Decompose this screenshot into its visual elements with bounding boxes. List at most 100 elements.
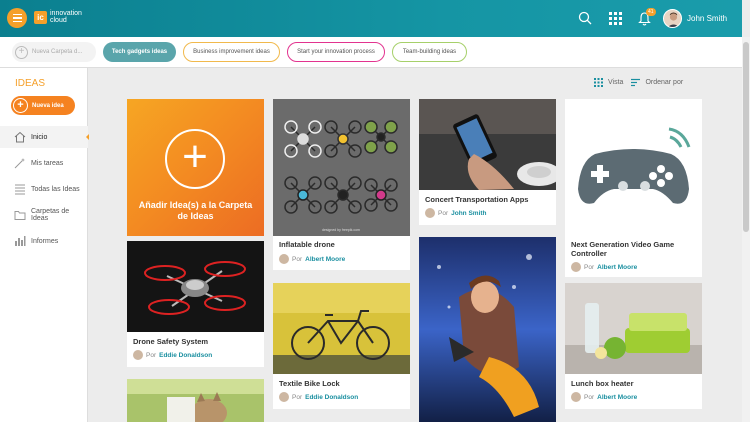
- home-icon: [14, 131, 26, 143]
- user-name: John Smith: [687, 14, 728, 23]
- phone-hand-image: [419, 99, 556, 190]
- top-bar: ic innovation cloud 41 John Smith: [0, 0, 742, 37]
- notification-badge: 41: [646, 8, 656, 16]
- author-name[interactable]: Eddie Donaldson: [159, 352, 212, 359]
- idea-card-game-art[interactable]: [419, 237, 556, 422]
- author-avatar: [279, 254, 289, 264]
- idea-card-game-controller[interactable]: Next Generation Video Game Controller Po…: [565, 99, 702, 277]
- tab-label: Team-building ideas: [402, 49, 457, 55]
- card-title[interactable]: Lunch box heater: [571, 379, 702, 389]
- scrollbar[interactable]: [742, 37, 750, 422]
- lunch-box-image: [565, 283, 702, 374]
- notifications-button[interactable]: 41: [638, 8, 656, 26]
- add-idea-plus-icon: +: [165, 129, 225, 189]
- card-title[interactable]: Concert Transportation Apps: [425, 195, 556, 205]
- bike-image: [273, 283, 410, 374]
- new-idea-label: Nueva idea: [32, 102, 64, 109]
- card-author: Por Eddie Donaldson: [279, 392, 358, 402]
- image-watermark: designed by freepik.com: [322, 228, 360, 232]
- tab-new-folder[interactable]: + Nueva Carpeta d...: [12, 42, 96, 62]
- card-title[interactable]: Next Generation Video Game Controller: [571, 240, 702, 258]
- sidebar-item-label: Mis tareas: [31, 159, 64, 167]
- author-avatar: [425, 208, 435, 218]
- idea-card-concert-apps[interactable]: Concert Transportation Apps Por John Smit…: [419, 99, 556, 225]
- author-name[interactable]: Albert Moore: [597, 264, 637, 271]
- view-label[interactable]: Vista: [608, 79, 623, 86]
- header-icons: 41: [578, 8, 656, 26]
- sidebar-item-carpetas[interactable]: Carpetas de Ideas: [0, 204, 88, 226]
- apps-grid-icon[interactable]: [609, 11, 622, 25]
- idea-card-kitten[interactable]: [127, 379, 264, 422]
- sidebar-item-label: Todas las Ideas: [31, 185, 80, 193]
- card-title[interactable]: Inflatable drone: [279, 240, 410, 250]
- add-idea-label: Añadir Idea(s) a la Carpeta de Ideas: [138, 200, 253, 221]
- user-menu[interactable]: John Smith: [663, 9, 727, 28]
- author-name[interactable]: Albert Moore: [305, 256, 345, 263]
- sidebar-item-todas-ideas[interactable]: Todas las Ideas: [0, 178, 88, 200]
- active-indicator: [86, 134, 89, 140]
- tab-label: Start your innovation process: [297, 49, 375, 55]
- author-avatar: [133, 350, 143, 360]
- author-name[interactable]: Eddie Donaldson: [305, 394, 358, 401]
- by-prefix: Por: [292, 255, 303, 263]
- sidebar: IDEAS + Nueva idea Inicio Mis tareas Tod…: [0, 68, 89, 422]
- tab-start-innovation[interactable]: Start your innovation process: [287, 42, 385, 62]
- by-prefix: Por: [584, 393, 595, 401]
- tab-label: Tech gadgets ideas: [111, 49, 168, 55]
- tab-business-improvement[interactable]: Business improvement ideas: [183, 42, 280, 62]
- view-controls: Vista Ordenar por: [594, 78, 683, 87]
- author-name[interactable]: John Smith: [451, 210, 486, 217]
- grid-view-icon[interactable]: [594, 78, 603, 87]
- sort-icon[interactable]: [631, 78, 641, 87]
- sidebar-item-mis-tareas[interactable]: Mis tareas: [0, 152, 88, 174]
- gamepad-image: [565, 99, 702, 236]
- plus-icon: +: [13, 98, 28, 113]
- new-idea-button[interactable]: + Nueva idea: [11, 96, 75, 115]
- card-author: Por John Smith: [425, 208, 487, 218]
- card-title[interactable]: Drone Safety System: [133, 337, 264, 347]
- user-avatar: [663, 9, 682, 28]
- tab-label: Nueva Carpeta d...: [32, 49, 83, 55]
- card-author: Por Albert Moore: [571, 392, 637, 402]
- sidebar-item-label: Inicio: [31, 133, 48, 141]
- list-icon: [15, 184, 25, 195]
- drones-image: designed by freepik.com: [273, 99, 410, 236]
- scroll-thumb[interactable]: [743, 42, 749, 232]
- sidebar-item-informes[interactable]: Informes: [0, 230, 88, 252]
- drone-safety-image: [127, 241, 264, 332]
- card-author: Por Eddie Donaldson: [133, 350, 212, 360]
- author-avatar: [571, 262, 581, 272]
- sidebar-item-inicio[interactable]: Inicio: [0, 126, 89, 148]
- add-idea-card[interactable]: + Añadir Idea(s) a la Carpeta de Ideas: [127, 99, 264, 236]
- tab-tech-gadgets[interactable]: Tech gadgets ideas: [103, 42, 176, 62]
- by-prefix: Por: [146, 351, 157, 359]
- author-name[interactable]: Albert Moore: [597, 394, 637, 401]
- sort-label[interactable]: Ordenar por: [645, 79, 683, 86]
- kitten-image: [127, 379, 264, 422]
- logo-text: innovation cloud: [50, 10, 82, 24]
- game-hero-image: [419, 237, 556, 422]
- bar-chart-icon: [15, 236, 26, 246]
- idea-card-textile-bike-lock[interactable]: Textile Bike Lock Por Eddie Donaldson: [273, 283, 410, 409]
- idea-card-lunch-box[interactable]: Lunch box heater Por Albert Moore: [565, 283, 702, 409]
- tab-label: Business improvement ideas: [193, 49, 270, 55]
- app-logo[interactable]: ic innovation cloud: [34, 10, 96, 24]
- by-prefix: Por: [438, 209, 449, 217]
- logo-mark: ic: [34, 10, 47, 24]
- menu-icon[interactable]: [7, 8, 27, 28]
- idea-card-drone-safety[interactable]: Drone Safety System Por Eddie Donaldson: [127, 241, 264, 367]
- folder-tabs-bar: + Nueva Carpeta d... Tech gadgets ideas …: [0, 37, 742, 68]
- search-icon[interactable]: [578, 11, 592, 25]
- magic-wand-icon: [14, 158, 25, 169]
- by-prefix: Por: [292, 393, 303, 401]
- folder-icon: [14, 211, 26, 220]
- author-avatar: [571, 392, 581, 402]
- sidebar-title: IDEAS: [15, 78, 46, 89]
- sidebar-item-label: Informes: [31, 237, 59, 245]
- author-avatar: [279, 392, 289, 402]
- card-author: Por Albert Moore: [571, 262, 637, 272]
- tab-team-building[interactable]: Team-building ideas: [392, 42, 467, 62]
- sidebar-item-label: Carpetas de Ideas: [31, 208, 70, 222]
- card-title[interactable]: Textile Bike Lock: [279, 379, 410, 389]
- idea-card-inflatable-drone[interactable]: designed by freepik.com Inflatable drone…: [273, 99, 410, 270]
